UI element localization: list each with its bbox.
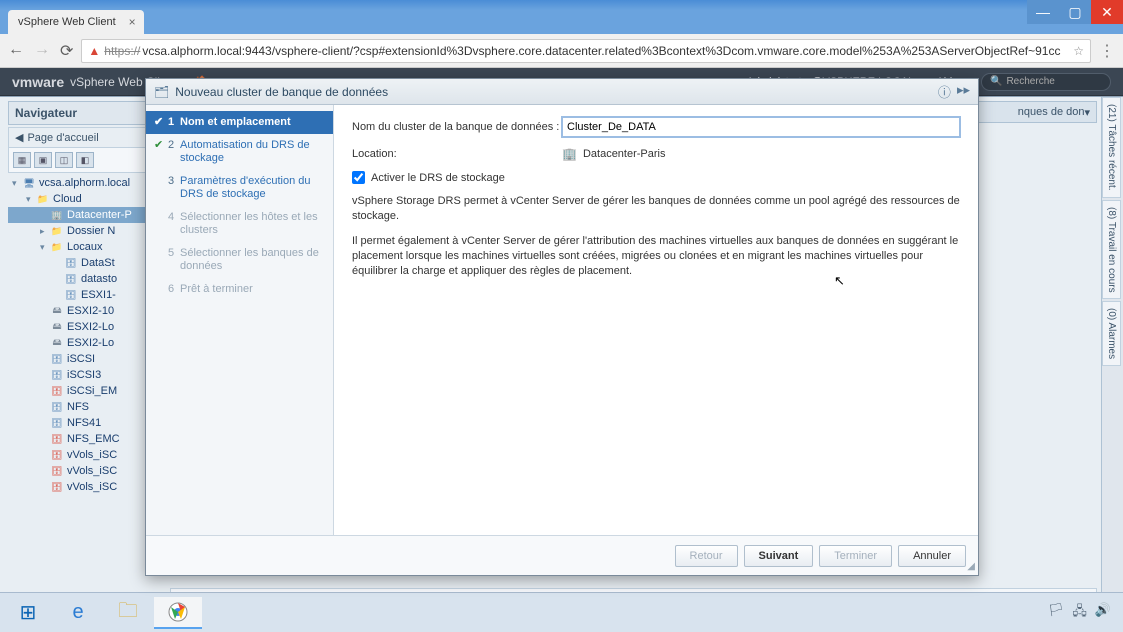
chrome-icon[interactable] <box>154 597 202 629</box>
bookmark-icon[interactable]: ☆ <box>1073 44 1084 58</box>
minimize-button[interactable]: — <box>1027 0 1059 24</box>
inventory-view-switcher[interactable]: ▦ ▣ ◫ ◧ <box>8 148 166 173</box>
tree-node[interactable]: 🗄NFS <box>8 399 166 415</box>
tree-node[interactable]: 🗄iSCSI3 <box>8 367 166 383</box>
right-rail: (21) Tâches récent. (8) Travail en cours(… <box>1101 97 1123 616</box>
tree-node[interactable]: ▸📁Dossier N <box>8 223 166 239</box>
browser-tab[interactable]: vSphere Web Client × <box>8 10 144 34</box>
tray-flag-icon[interactable]: 🏳 <box>1048 602 1065 624</box>
global-search[interactable]: 🔍 Recherche <box>981 73 1111 91</box>
enable-storage-drs-checkbox[interactable] <box>352 171 365 184</box>
tree-node[interactable]: 🖴ESXI2-Lo <box>8 319 166 335</box>
wizard-step: 6Prêt à terminer <box>146 278 333 301</box>
network-view-icon[interactable]: ◧ <box>76 152 94 168</box>
back-button: Retour <box>675 545 738 567</box>
tree-node[interactable]: 🏢Datacenter-P <box>8 207 166 223</box>
name-label: Nom du cluster de la banque de données : <box>352 121 562 133</box>
back-icon[interactable]: ← <box>8 41 24 61</box>
wizard-step: 4Sélectionner les hôtes et les clusters <box>146 206 333 242</box>
reload-icon[interactable]: ⟳ <box>60 41 73 61</box>
close-icon[interactable]: × <box>129 15 136 29</box>
url-text: vcsa.alphorm.local:9443/vsphere-client/?… <box>142 44 1060 58</box>
address-bar[interactable]: ▲ https:// vcsa.alphorm.local:9443/vsphe… <box>81 39 1091 63</box>
tree-node[interactable]: 🗄iSCSi_EM <box>8 383 166 399</box>
tree-node[interactable]: 🗄NFS_EMC <box>8 431 166 447</box>
resize-grip-icon[interactable]: ◢ <box>967 561 975 572</box>
maximize-button[interactable]: ▢ <box>1059 0 1091 24</box>
chrome-menu-icon[interactable]: ⋮ <box>1099 41 1115 61</box>
help-icon[interactable]: ⓘ <box>938 82 951 101</box>
tree-node[interactable]: 🗄ESXI1- <box>8 287 166 303</box>
taskbar: ⊞ e 🗀 🏳 🖧 🔊 <box>0 592 1123 632</box>
tree-node[interactable]: 🗄NFS41 <box>8 415 166 431</box>
tray-sound-icon[interactable]: 🔊 <box>1095 602 1111 624</box>
start-button[interactable]: ⊞ <box>4 597 52 629</box>
description-1: vSphere Storage DRS permet à vCenter Ser… <box>352 194 960 224</box>
tree-node[interactable]: ▾🖥vcsa.alphorm.local <box>8 175 166 191</box>
description-2: Il permet également à vCenter Server de … <box>352 234 960 279</box>
new-datastore-cluster-wizard: 🗂 Nouveau cluster de banque de données ⓘ… <box>145 78 979 576</box>
home-breadcrumb[interactable]: ◀ Page d'accueil <box>8 127 166 148</box>
close-window-button[interactable]: ✕ <box>1091 0 1123 24</box>
right-rail-tab[interactable]: (21) Tâches récent. <box>1102 97 1121 198</box>
wizard-step[interactable]: ✔2Automatisation du DRS de stockage <box>146 134 333 170</box>
tree-node[interactable]: 🗄datasto <box>8 271 166 287</box>
tree-node[interactable]: 🗄DataSt <box>8 255 166 271</box>
tree-node[interactable]: 🖴ESXI2-10 <box>8 303 166 319</box>
ie-icon[interactable]: e <box>54 597 102 629</box>
tree-node[interactable]: 🗄vVols_iSC <box>8 447 166 463</box>
enable-storage-drs-label: Activer le DRS de stockage <box>371 172 505 184</box>
forward-icon[interactable]: → <box>34 41 50 61</box>
location-label: Location: <box>352 148 562 160</box>
modal-title: Nouveau cluster de banque de données <box>175 85 388 99</box>
brand-logo: vmware <box>12 74 64 90</box>
url-protocol: https:// <box>104 44 140 58</box>
tray-network-icon[interactable]: 🖧 <box>1072 602 1087 624</box>
wizard-step[interactable]: 3Paramètres d'exécution du DRS de stocka… <box>146 170 333 206</box>
right-rail-tab[interactable]: (0) Alarmes <box>1102 301 1121 366</box>
cluster-name-input[interactable] <box>562 117 960 137</box>
cancel-button[interactable]: Annuler <box>898 545 966 567</box>
location-value: Datacenter-Paris <box>583 148 666 160</box>
hosts-view-icon[interactable]: ▦ <box>13 152 31 168</box>
tree-node[interactable]: 🗄iSCSI <box>8 351 166 367</box>
wizard-step: 5Sélectionner les banques de données <box>146 242 333 278</box>
wizard-steps: ✔1Nom et emplacement✔2Automatisation du … <box>146 105 334 535</box>
tree-node[interactable]: ▾📁Cloud <box>8 191 166 207</box>
tree-node[interactable]: 🗄vVols_iSC <box>8 463 166 479</box>
next-button[interactable]: Suivant <box>744 545 814 567</box>
wizard-icon: 🗂 <box>154 85 169 99</box>
explorer-icon[interactable]: 🗀 <box>104 597 152 629</box>
wizard-step[interactable]: ✔1Nom et emplacement <box>146 111 333 134</box>
storage-view-icon[interactable]: ◫ <box>55 152 73 168</box>
insecure-icon: ▲ <box>88 44 100 58</box>
datacenter-icon: 🏢 <box>562 147 577 161</box>
tree-node[interactable]: ▾📁Locaux <box>8 239 166 255</box>
right-rail-tab[interactable]: (8) Travail en cours <box>1102 200 1121 300</box>
finish-button: Terminer <box>819 545 892 567</box>
tree-node[interactable]: 🗄vVols_iSC <box>8 479 166 495</box>
inventory-tree: ▾🖥vcsa.alphorm.local▾📁Cloud🏢Datacenter-P… <box>8 173 166 495</box>
vm-view-icon[interactable]: ▣ <box>34 152 52 168</box>
tab-title: vSphere Web Client <box>18 16 116 28</box>
expand-icon[interactable]: ▸▸ <box>957 82 970 101</box>
tree-node[interactable]: 🖴ESXI2-Lo <box>8 335 166 351</box>
navigator-title: Navigateur <box>8 101 166 125</box>
tab-selected[interactable]: nques de don <box>1018 106 1085 118</box>
